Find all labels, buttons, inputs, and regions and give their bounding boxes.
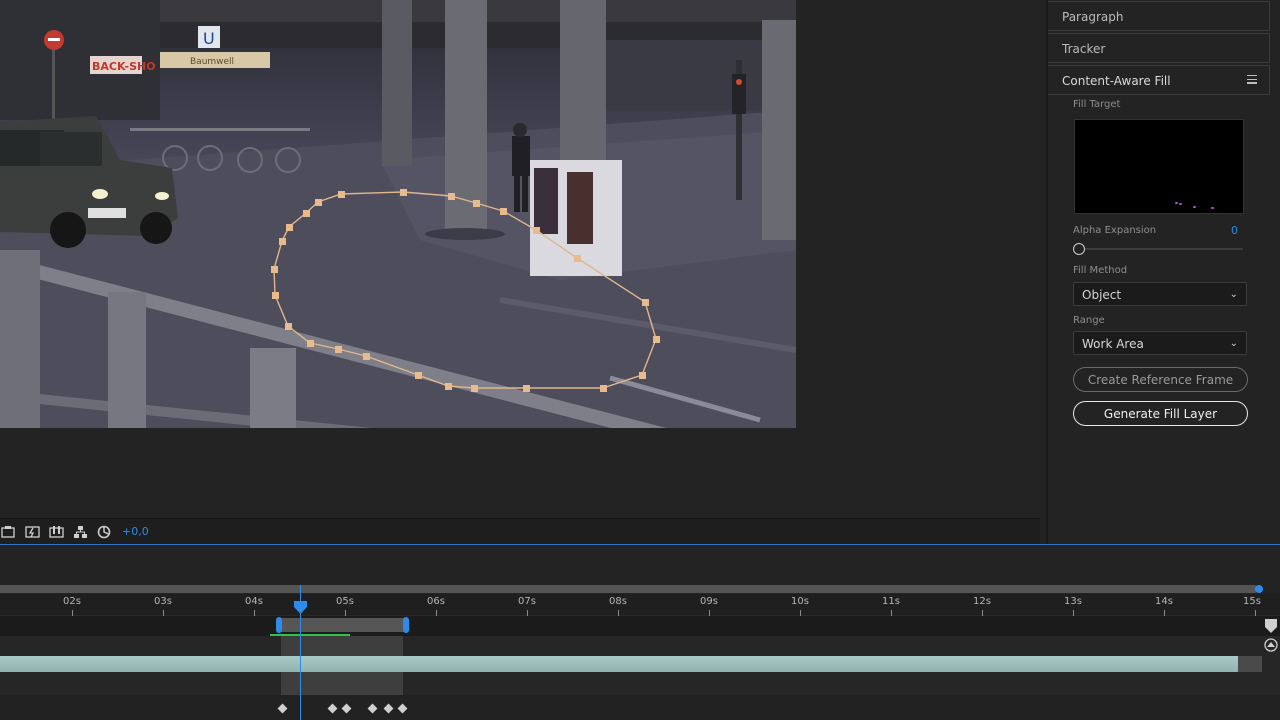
station-sign: U xyxy=(203,29,215,48)
alpha-expansion-slider-track[interactable] xyxy=(1079,248,1243,250)
panel-menu-icon[interactable] xyxy=(1247,75,1257,85)
keyframe[interactable] xyxy=(341,703,352,714)
tick-label: 13s xyxy=(1064,596,1082,607)
alpha-expansion-value[interactable]: 0 xyxy=(1231,224,1238,237)
tick-label: 07s xyxy=(518,596,536,607)
layer-row xyxy=(0,636,1280,720)
keyframe[interactable] xyxy=(277,703,288,714)
shop-sign: BACK-SHO xyxy=(92,60,156,73)
frame-scene: BACK-SHO Baumwell U xyxy=(0,0,796,428)
bucket-icon[interactable] xyxy=(1264,638,1278,652)
tab-content-aware-fill[interactable]: Content-Aware Fill xyxy=(1048,65,1270,95)
chevron-down-icon: ⌄ xyxy=(1229,289,1238,300)
tick-label: 03s xyxy=(154,596,172,607)
tick-label: 04s xyxy=(245,596,263,607)
fill-method-select[interactable]: Object ⌄ xyxy=(1073,282,1247,306)
playhead-icon[interactable] xyxy=(294,601,307,614)
keyframe-row xyxy=(0,695,1280,720)
store-sign: Baumwell xyxy=(190,57,234,67)
flowchart-icon[interactable] xyxy=(72,524,88,540)
keyframe[interactable] xyxy=(367,703,378,714)
tab-paragraph[interactable]: Paragraph xyxy=(1048,1,1270,31)
chevron-down-icon: ⌄ xyxy=(1229,338,1238,349)
tab-tracker-label: Tracker xyxy=(1062,42,1106,56)
reset-exposure-icon[interactable] xyxy=(96,524,112,540)
keyframe[interactable] xyxy=(397,703,408,714)
time-ruler[interactable]: 02s 03s 04s 05s 06s 07s 08s 09s 10s 11s … xyxy=(0,594,1280,616)
tab-tracker[interactable]: Tracker xyxy=(1048,33,1270,63)
layer-duration-bar[interactable] xyxy=(0,656,1240,672)
preview-range-row xyxy=(0,616,1280,636)
keyframe[interactable] xyxy=(327,703,338,714)
range-select[interactable]: Work Area ⌄ xyxy=(1073,331,1247,355)
preview-range-selection[interactable] xyxy=(280,618,406,632)
fill-target-label: Fill Target xyxy=(1073,99,1121,110)
fast-previews-icon[interactable] xyxy=(24,524,40,540)
timeline-panel: 02s 03s 04s 05s 06s 07s 08s 09s 10s 11s … xyxy=(0,544,1280,720)
alpha-expansion-label: Alpha Expansion xyxy=(1073,225,1157,236)
tick-label: 14s xyxy=(1155,596,1173,607)
after-effects-workspace: BACK-SHO Baumwell U +0,0 Paragraph Track… xyxy=(0,0,1280,720)
exposure-value[interactable]: +0,0 xyxy=(122,525,149,538)
tick-label: 10s xyxy=(791,596,809,607)
fill-method-label: Fill Method xyxy=(1073,265,1128,276)
right-panel: Paragraph Tracker Content-Aware Fill Fil… xyxy=(1046,0,1280,544)
range-start-handle[interactable] xyxy=(276,617,282,633)
layer-end-block xyxy=(1238,656,1262,672)
tick-label: 11s xyxy=(882,596,900,607)
tab-content-aware-fill-label: Content-Aware Fill xyxy=(1062,74,1171,88)
tick-label: 02s xyxy=(63,596,81,607)
timeline-icon[interactable] xyxy=(48,524,64,540)
work-area-end-handle[interactable] xyxy=(1255,585,1263,593)
tick-label: 05s xyxy=(336,596,354,607)
tick-label: 15s xyxy=(1243,596,1261,607)
tick-label: 06s xyxy=(427,596,445,607)
keyframe[interactable] xyxy=(383,703,394,714)
timeline-side-icons xyxy=(1262,618,1280,652)
range-label: Range xyxy=(1073,315,1105,326)
tab-paragraph-label: Paragraph xyxy=(1062,10,1124,24)
fill-target-preview xyxy=(1074,119,1244,214)
create-reference-frame-button[interactable]: Create Reference Frame xyxy=(1073,367,1248,392)
tick-label: 08s xyxy=(609,596,627,607)
generate-fill-layer-button[interactable]: Generate Fill Layer xyxy=(1073,401,1248,426)
comp-marker-icon[interactable] xyxy=(1264,618,1278,634)
alpha-expansion-slider-knob[interactable] xyxy=(1073,243,1085,255)
tick-label: 12s xyxy=(973,596,991,607)
range-end-handle[interactable] xyxy=(403,617,409,633)
region-of-interest-icon[interactable] xyxy=(0,524,16,540)
composition-viewer: BACK-SHO Baumwell U xyxy=(0,0,1040,518)
tick-label: 09s xyxy=(700,596,718,607)
viewer-toolbar: +0,0 xyxy=(0,518,1040,544)
work-area-bar[interactable] xyxy=(0,585,1258,593)
range-value: Work Area xyxy=(1082,337,1144,351)
video-frame[interactable]: BACK-SHO Baumwell U xyxy=(0,0,796,428)
fill-method-value: Object xyxy=(1082,288,1122,302)
